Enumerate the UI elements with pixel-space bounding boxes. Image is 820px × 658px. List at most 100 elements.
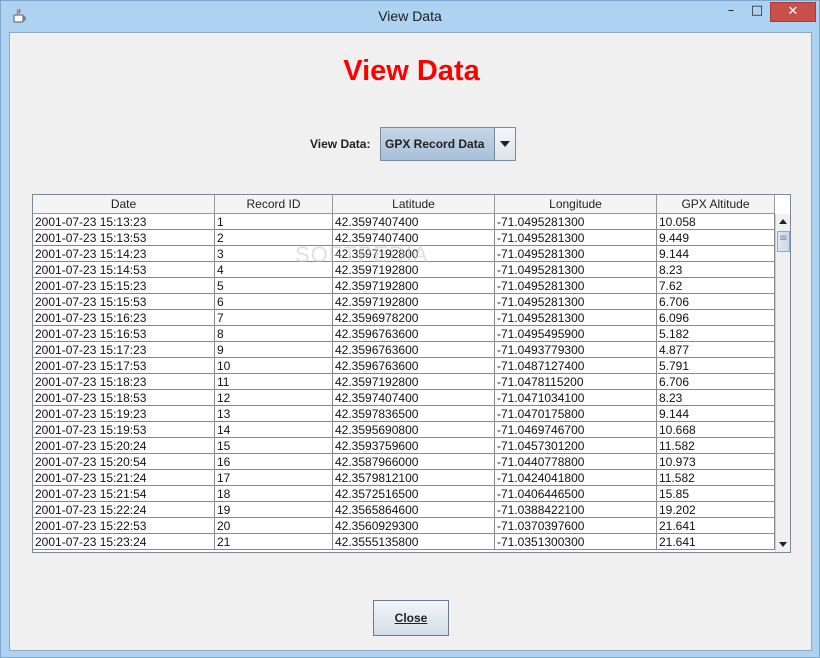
cell-longitude[interactable]: -71.0469746700 (495, 422, 657, 438)
cell-gpx-altitude[interactable]: 6.096 (657, 310, 775, 326)
chevron-down-icon[interactable] (495, 128, 515, 160)
cell-latitude[interactable]: 42.3593759600 (333, 438, 495, 454)
cell-longitude[interactable]: -71.0424041800 (495, 470, 657, 486)
table-row[interactable]: 2001-07-23 15:18:23 11 42.3597192800 -71.04… (33, 374, 775, 390)
cell-longitude[interactable]: -71.0495281300 (495, 310, 657, 326)
cell-longitude[interactable]: -71.0471034100 (495, 390, 657, 406)
minimize-button[interactable]: – (718, 2, 744, 22)
cell-record-id[interactable]: 1 (215, 214, 333, 230)
cell-date[interactable]: 2001-07-23 15:19:53 (33, 422, 215, 438)
cell-gpx-altitude[interactable]: 9.144 (657, 246, 775, 262)
cell-latitude[interactable]: 42.3597407400 (333, 214, 495, 230)
view-data-select-value[interactable]: GPX Record Data (381, 128, 495, 160)
table-row[interactable]: 2001-07-23 15:13:23 1 42.3597407400 -71.049… (33, 214, 775, 230)
cell-longitude[interactable]: -71.0478115200 (495, 374, 657, 390)
cell-record-id[interactable]: 14 (215, 422, 333, 438)
cell-record-id[interactable]: 19 (215, 502, 333, 518)
column-header-date[interactable]: Date (33, 195, 215, 214)
cell-date[interactable]: 2001-07-23 15:15:23 (33, 278, 215, 294)
cell-record-id[interactable]: 9 (215, 342, 333, 358)
cell-longitude[interactable]: -71.0495281300 (495, 262, 657, 278)
table-row[interactable]: 2001-07-23 15:20:24 15 42.3593759600 -71.04… (33, 438, 775, 454)
cell-longitude[interactable]: -71.0351300300 (495, 534, 657, 550)
cell-record-id[interactable]: 6 (215, 294, 333, 310)
cell-longitude[interactable]: -71.0495281300 (495, 246, 657, 262)
cell-gpx-altitude[interactable]: 5.182 (657, 326, 775, 342)
cell-longitude[interactable]: -71.0495281300 (495, 214, 657, 230)
cell-longitude[interactable]: -71.0495495900 (495, 326, 657, 342)
cell-date[interactable]: 2001-07-23 15:21:24 (33, 470, 215, 486)
cell-date[interactable]: 2001-07-23 15:17:23 (33, 342, 215, 358)
view-data-select[interactable]: GPX Record Data (380, 127, 516, 161)
cell-date[interactable]: 2001-07-23 15:16:23 (33, 310, 215, 326)
scroll-down-arrow-icon[interactable] (776, 537, 791, 552)
cell-gpx-altitude[interactable]: 10.668 (657, 422, 775, 438)
cell-latitude[interactable]: 42.3587966000 (333, 454, 495, 470)
table-row[interactable]: 2001-07-23 15:18:53 12 42.3597407400 -71.04… (33, 390, 775, 406)
table-row[interactable]: 2001-07-23 15:15:53 6 42.3597192800 -71.049… (33, 294, 775, 310)
table-row[interactable]: 2001-07-23 15:21:54 18 42.3572516500 -71.04… (33, 486, 775, 502)
table-row[interactable]: 2001-07-23 15:23:24 21 42.3555135800 -71.03… (33, 534, 775, 550)
cell-record-id[interactable]: 17 (215, 470, 333, 486)
cell-date[interactable]: 2001-07-23 15:22:24 (33, 502, 215, 518)
table-row[interactable]: 2001-07-23 15:20:54 16 42.3587966000 -71.04… (33, 454, 775, 470)
cell-gpx-altitude[interactable]: 9.449 (657, 230, 775, 246)
cell-gpx-altitude[interactable]: 7.62 (657, 278, 775, 294)
cell-record-id[interactable]: 10 (215, 358, 333, 374)
cell-longitude[interactable]: -71.0388422100 (495, 502, 657, 518)
cell-gpx-altitude[interactable]: 10.973 (657, 454, 775, 470)
cell-record-id[interactable]: 11 (215, 374, 333, 390)
cell-gpx-altitude[interactable]: 19.202 (657, 502, 775, 518)
cell-date[interactable]: 2001-07-23 15:22:53 (33, 518, 215, 534)
cell-date[interactable]: 2001-07-23 15:23:24 (33, 534, 215, 550)
cell-gpx-altitude[interactable]: 4.877 (657, 342, 775, 358)
cell-gpx-altitude[interactable]: 21.641 (657, 518, 775, 534)
cell-date[interactable]: 2001-07-23 15:21:54 (33, 486, 215, 502)
cell-date[interactable]: 2001-07-23 15:15:53 (33, 294, 215, 310)
cell-date[interactable]: 2001-07-23 15:14:23 (33, 246, 215, 262)
table-row[interactable]: 2001-07-23 15:22:53 20 42.3560929300 -71.03… (33, 518, 775, 534)
cell-latitude[interactable]: 42.3597192800 (333, 374, 495, 390)
cell-longitude[interactable]: -71.0457301200 (495, 438, 657, 454)
cell-record-id[interactable]: 20 (215, 518, 333, 534)
cell-latitude[interactable]: 42.3596763600 (333, 326, 495, 342)
cell-date[interactable]: 2001-07-23 15:13:53 (33, 230, 215, 246)
cell-longitude[interactable]: -71.0440778800 (495, 454, 657, 470)
cell-date[interactable]: 2001-07-23 15:20:24 (33, 438, 215, 454)
cell-latitude[interactable]: 42.3597836500 (333, 406, 495, 422)
table-row[interactable]: 2001-07-23 15:19:23 13 42.3597836500 -71.04… (33, 406, 775, 422)
cell-longitude[interactable]: -71.0495281300 (495, 294, 657, 310)
table-row[interactable]: 2001-07-23 15:16:53 8 42.3596763600 -71.049… (33, 326, 775, 342)
cell-date[interactable]: 2001-07-23 15:14:53 (33, 262, 215, 278)
cell-date[interactable]: 2001-07-23 15:16:53 (33, 326, 215, 342)
cell-gpx-altitude[interactable]: 8.23 (657, 262, 775, 278)
cell-latitude[interactable]: 42.3565864600 (333, 502, 495, 518)
scroll-up-arrow-icon[interactable] (776, 214, 791, 229)
cell-longitude[interactable]: -71.0493779300 (495, 342, 657, 358)
cell-record-id[interactable]: 13 (215, 406, 333, 422)
cell-latitude[interactable]: 42.3597407400 (333, 390, 495, 406)
cell-record-id[interactable]: 7 (215, 310, 333, 326)
cell-latitude[interactable]: 42.3579812100 (333, 470, 495, 486)
column-header-record-id[interactable]: Record ID (215, 195, 333, 214)
close-button[interactable]: Close (373, 600, 449, 636)
close-window-button[interactable]: ✕ (770, 2, 816, 22)
vertical-scrollbar[interactable] (775, 214, 790, 552)
cell-record-id[interactable]: 5 (215, 278, 333, 294)
maximize-button[interactable]: □ (744, 2, 770, 22)
cell-record-id[interactable]: 8 (215, 326, 333, 342)
cell-gpx-altitude[interactable]: 11.582 (657, 438, 775, 454)
column-header-latitude[interactable]: Latitude (333, 195, 495, 214)
title-bar[interactable]: View Data – □ ✕ (1, 1, 819, 32)
cell-record-id[interactable]: 21 (215, 534, 333, 550)
cell-longitude[interactable]: -71.0487127400 (495, 358, 657, 374)
cell-longitude[interactable]: -71.0406446500 (495, 486, 657, 502)
cell-longitude[interactable]: -71.0470175800 (495, 406, 657, 422)
cell-gpx-altitude[interactable]: 5.791 (657, 358, 775, 374)
table-row[interactable]: 2001-07-23 15:19:53 14 42.3595690800 -71.04… (33, 422, 775, 438)
column-header-longitude[interactable]: Longitude (495, 195, 657, 214)
cell-date[interactable]: 2001-07-23 15:18:23 (33, 374, 215, 390)
column-header-gpx-altitude[interactable]: GPX Altitude (657, 195, 775, 214)
cell-record-id[interactable]: 16 (215, 454, 333, 470)
cell-latitude[interactable]: 42.3596978200 (333, 310, 495, 326)
